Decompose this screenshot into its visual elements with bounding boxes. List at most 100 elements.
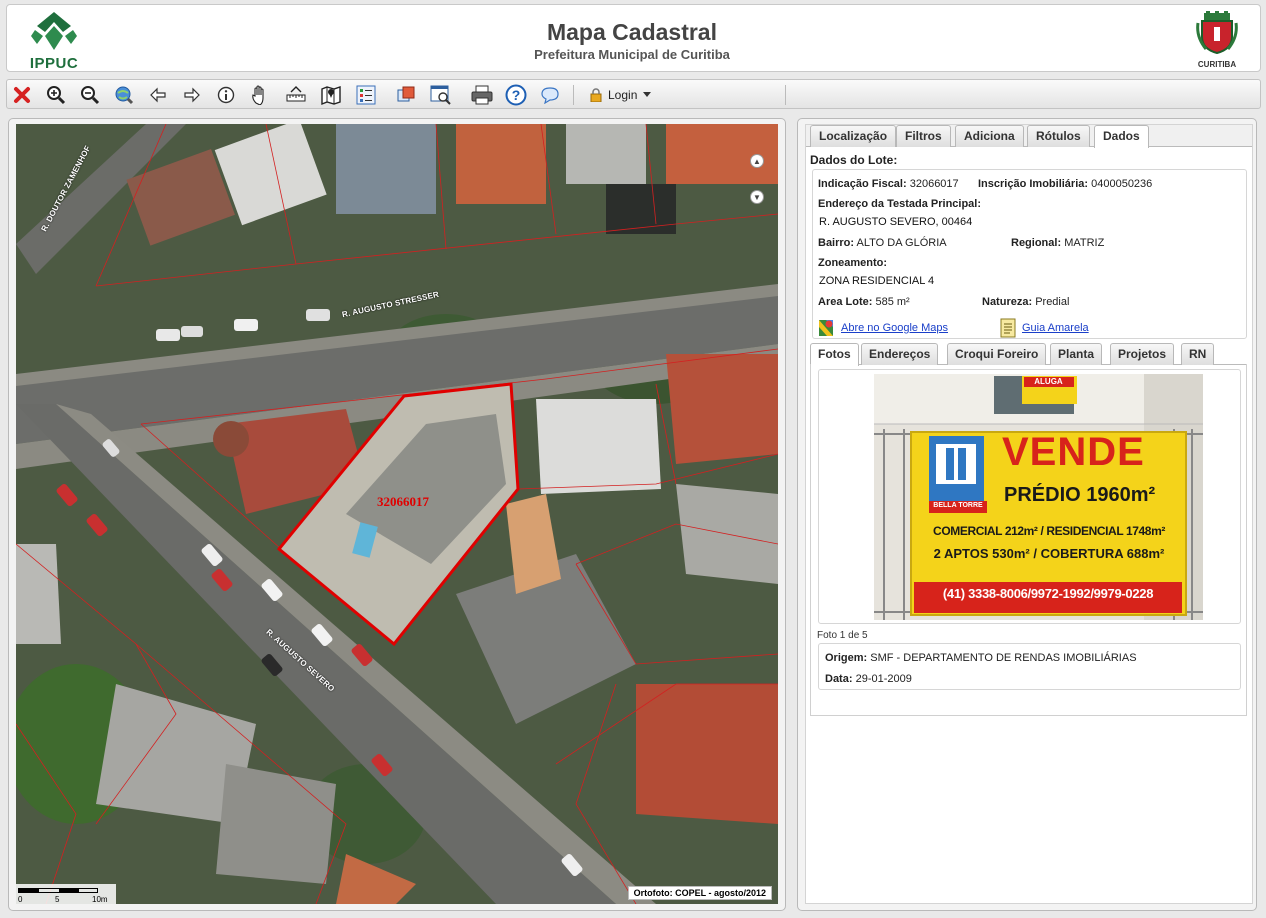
google-maps-link[interactable]: Abre no Google Maps [841,322,948,334]
photo-sign-line3: 2 APTOS 530m² / COBERTURA 688m² [933,546,1165,561]
zoneamento-label: Zoneamento: [818,257,888,269]
data-row: Data: 29-01-2009 [825,673,912,685]
curitiba-coat-of-arms: CURITIBA [1192,11,1242,71]
zoom-in-icon[interactable] [43,82,69,108]
origem-row: Origem: SMF - DEPARTAMENTO DE RENDAS IMO… [825,652,1137,664]
tab-filtros[interactable]: Filtros [896,125,951,147]
tab-planta[interactable]: Planta [1050,343,1103,365]
natureza-value: Predial [1035,296,1070,308]
photo-sign-title: VENDE [1002,430,1145,474]
regional-value: MATRIZ [1064,237,1105,249]
lot-label: 32066017 [377,494,429,509]
area-label: Area Lote: [818,296,873,308]
help-icon[interactable]: ? [503,82,529,108]
google-maps-link-row: Abre no Google Maps [817,318,948,338]
map-attribution: Ortofoto: COPEL - agosto/2012 [627,886,772,900]
inscricao-label: Inscrição Imobiliária: [978,178,1089,190]
copy-icon[interactable] [393,82,419,108]
next-view-icon[interactable] [179,82,205,108]
main-tabs: Localização Filtros Adiciona Rótulos Dad… [806,125,1252,148]
side-panel: Localização Filtros Adiciona Rótulos Dad… [805,124,1253,904]
lot-photo[interactable]: ALUGA BELLA TORRE VENDE PRÉDIO 1960m² CO… [874,374,1203,620]
origem-value: SMF - DEPARTAMENTO DE RENDAS IMOBILIÁRIA… [870,652,1137,664]
print-icon[interactable] [469,82,495,108]
area-value: 585 m² [875,296,910,308]
lot-data-box: Indicação Fiscal: 32066017 Inscrição Imo… [812,169,1247,339]
zoom-out-icon[interactable] [77,82,103,108]
data-label: Data: [825,673,853,685]
map-viewport[interactable]: R. DOUTOR ZAMENHOF R. AUGUSTO STRESSER R… [16,124,778,904]
photo-meta-box: Origem: SMF - DEPARTAMENTO DE RENDAS IMO… [818,643,1241,690]
endereco-label: Endereço da Testada Principal: [818,198,982,210]
login-menu[interactable]: Login [590,82,652,108]
tab-rn[interactable]: RN [1181,343,1215,365]
bairro-value: ALTO DA GLÓRIA [856,237,947,249]
tab-projetos[interactable]: Projetos [1110,343,1175,365]
section-title: Dados do Lote: [810,153,898,167]
tab-rotulos[interactable]: Rótulos [1027,125,1090,147]
bairro-label: Bairro: [818,237,855,249]
tab-dados[interactable]: Dados [1094,125,1149,148]
photo-sign-line2: COMERCIAL 212m² / RESIDENCIAL 1748m² [933,524,1165,538]
chevron-down-icon [643,92,652,97]
info-icon[interactable] [213,82,239,108]
app-header: IPPUC Mapa Cadastral Prefeitura Municipa… [6,4,1261,72]
map-layers-icon[interactable] [318,82,344,108]
photo-sign-line1: PRÉDIO 1960m² [1004,484,1156,506]
tab-enderecos[interactable]: Endereços [861,343,939,365]
legend-icon[interactable] [353,82,379,108]
toolbar: ? Login [6,79,1261,109]
tab-localizacao[interactable]: Localização [810,125,897,147]
scale-bar: 0 5 10m [16,884,116,904]
search-window-icon[interactable] [428,82,454,108]
endereco-value: R. AUGUSTO SEVERO, 00464 [819,216,973,228]
photo-sign-phones: (41) 3338-8006/9972-1992/9979-0228 [942,586,1154,601]
regional-row: Regional: MATRIZ [1011,237,1104,249]
tab-adiciona[interactable]: Adiciona [955,125,1024,147]
google-maps-icon [819,320,833,336]
page-title: Mapa Cadastral [546,19,717,45]
pan-down-icon[interactable]: ▼ [750,190,764,204]
indicacao-fiscal-label: Indicação Fiscal: [818,178,907,190]
regional-label: Regional: [1011,237,1062,249]
scale-label-10: 10m [92,895,108,904]
aerial-orthophoto [16,124,778,904]
document-icon [1000,318,1016,338]
page-subtitle: Prefeitura Municipal de Curitiba [534,47,730,62]
inscricao-value: 0400050236 [1091,178,1153,190]
scale-label-5: 5 [55,895,60,904]
scale-label-0: 0 [18,895,23,904]
comment-icon[interactable] [537,82,563,108]
full-extent-icon[interactable] [111,82,137,108]
toolbar-separator [573,85,574,105]
indicacao-fiscal-row: Indicação Fiscal: 32066017 [818,178,959,190]
photo-counter: Foto 1 de 5 [817,630,868,641]
measure-icon[interactable] [283,82,309,108]
area-row: Area Lote: 585 m² [818,296,910,308]
tab-croqui-foreiro[interactable]: Croqui Foreiro [947,343,1047,365]
pan-hand-icon[interactable] [247,82,273,108]
login-label: Login [608,88,638,102]
natureza-label: Natureza: [982,296,1033,308]
curitiba-logo-text: CURITIBA [1197,60,1237,69]
pan-up-icon[interactable]: ▲ [750,154,764,168]
close-icon[interactable] [9,82,35,108]
ippuc-logo-text: IPPUC [29,55,79,72]
photo-sign-aluga: ALUGA [1034,377,1063,386]
toolbar-separator [785,85,786,105]
guia-amarela-link[interactable]: Guia Amarela [1022,322,1089,334]
tab-fotos[interactable]: Fotos [810,343,859,366]
svg-text:?: ? [512,87,521,103]
guia-amarela-link-row: Guia Amarela [1000,318,1089,338]
detail-tabs: Fotos Endereços Croqui Foreiro Planta Pr… [810,343,1247,366]
photo-sign-brand: BELLA TORRE [933,502,983,509]
inscricao-row: Inscrição Imobiliária: 0400050236 [978,178,1152,190]
ippuc-logo: IPPUC [27,10,81,72]
data-value: 29-01-2009 [855,673,912,685]
photo-box: ALUGA BELLA TORRE VENDE PRÉDIO 1960m² CO… [818,369,1241,624]
previous-view-icon[interactable] [145,82,171,108]
natureza-row: Natureza: Predial [982,296,1069,308]
lock-icon [590,88,602,102]
photo-tab-content: ALUGA BELLA TORRE VENDE PRÉDIO 1960m² CO… [810,364,1247,716]
zoneamento-value: ZONA RESIDENCIAL 4 [819,275,935,287]
